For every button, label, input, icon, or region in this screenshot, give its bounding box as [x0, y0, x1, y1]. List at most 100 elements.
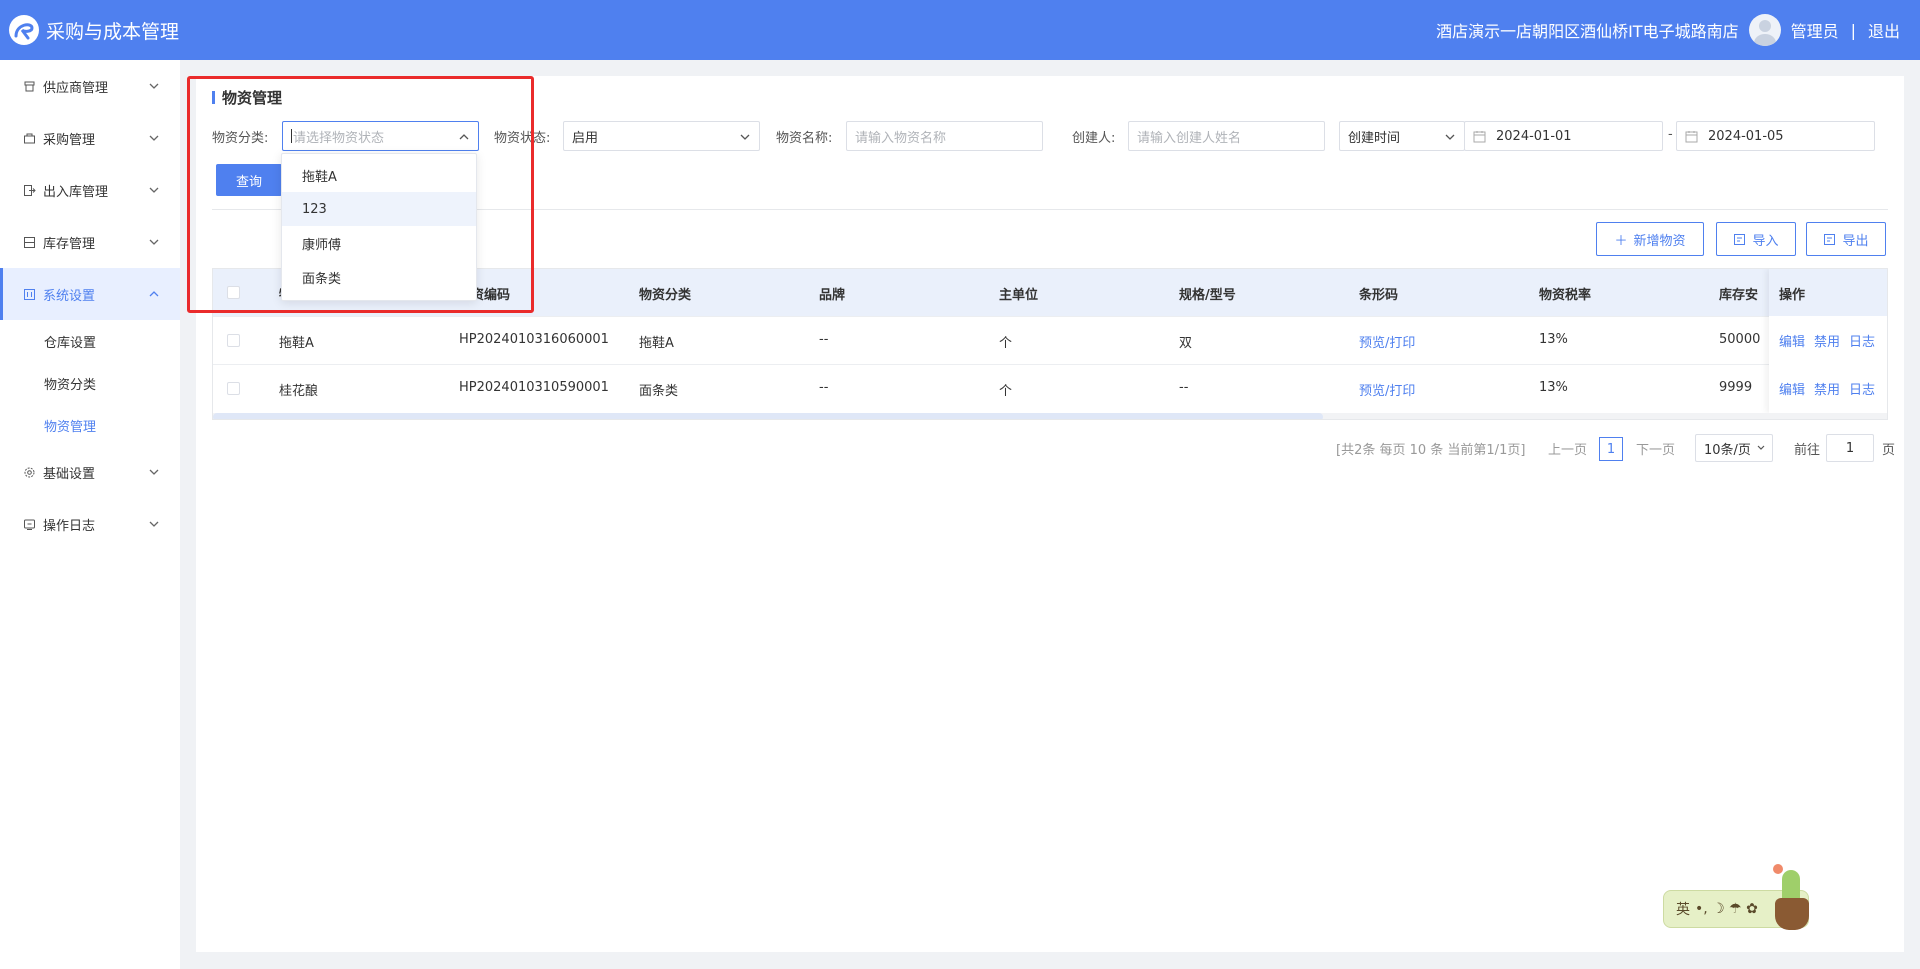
- creator-input[interactable]: 请输入创建人姓名: [1128, 121, 1325, 151]
- chevron-down-icon: [149, 521, 159, 527]
- logout-link[interactable]: 退出: [1868, 18, 1900, 42]
- header-right: 酒店演示一店朝阳区酒仙桥IT电子城路南店 管理员 | 退出: [1436, 0, 1900, 60]
- sidebar: 供应商管理 采购管理 出入库管理 库存管理 系统设置 仓库设置 物资分类 物资管…: [0, 60, 180, 969]
- page-size-select[interactable]: 10条/页: [1695, 434, 1773, 462]
- status-select[interactable]: 启用: [563, 121, 760, 151]
- table-row[interactable]: 拖鞋A HP2024010316060001 拖鞋A -- 个 双 预览/打印 …: [213, 316, 1887, 364]
- chevron-down-icon: [1445, 134, 1455, 140]
- sidebar-item-label: 库存管理: [43, 236, 96, 252]
- chevron-down-icon: [1757, 445, 1765, 450]
- export-button[interactable]: 导出: [1806, 222, 1886, 256]
- edit-link[interactable]: 编辑: [1779, 331, 1805, 350]
- cell-stock: 50000: [1719, 332, 1761, 347]
- goto-page-input[interactable]: 1: [1826, 434, 1874, 462]
- sidebar-item-label: 供应商管理: [43, 80, 109, 96]
- sidebar-item-supplier[interactable]: 供应商管理: [0, 60, 180, 112]
- operations-column: 操作 编辑 禁用 日志 编辑 禁用 日志: [1769, 269, 1887, 413]
- barcode-preview-link[interactable]: 预览/打印: [1359, 332, 1415, 351]
- th-operations: 操作: [1779, 288, 1806, 303]
- name-input[interactable]: 请输入物资名称: [846, 121, 1043, 151]
- ime-symbols[interactable]: •, ☽ ☂ ✿: [1695, 901, 1758, 917]
- cell-tax: 13%: [1539, 332, 1568, 347]
- inout-icon: [22, 183, 36, 197]
- sidebar-item-inventory[interactable]: 库存管理: [0, 216, 180, 268]
- sidebar-item-label: 基础设置: [43, 466, 96, 482]
- sidebar-subitem-warehouse[interactable]: 仓库设置: [0, 320, 180, 362]
- disable-link[interactable]: 禁用: [1814, 379, 1840, 398]
- sidebar-item-system-settings[interactable]: 系统设置: [0, 268, 180, 320]
- prev-page-button[interactable]: 上一页: [1548, 439, 1587, 458]
- sidebar-item-label: 系统设置: [43, 288, 96, 304]
- user-name[interactable]: 管理员: [1791, 18, 1839, 42]
- supplier-icon: [22, 79, 36, 93]
- log-link[interactable]: 日志: [1849, 379, 1875, 398]
- edit-link[interactable]: 编辑: [1779, 379, 1805, 398]
- time-type-value: 创建时间: [1348, 130, 1401, 146]
- next-page-button[interactable]: 下一页: [1636, 439, 1675, 458]
- sidebar-subitem-material[interactable]: 物资管理: [0, 404, 180, 446]
- th-barcode: 条形码: [1359, 288, 1399, 303]
- page-size-value: 10条/页: [1704, 442, 1751, 458]
- sidebar-item-inout[interactable]: 出入库管理: [0, 164, 180, 216]
- sidebar-item-operation-log[interactable]: 操作日志: [0, 498, 180, 550]
- export-label: 导出: [1842, 233, 1869, 249]
- cell-spec: 双: [1179, 336, 1193, 351]
- add-material-label: 新增物资: [1633, 233, 1686, 249]
- plus-icon: ＋: [1614, 233, 1628, 249]
- ime-widget[interactable]: 英 •, ☽ ☂ ✿: [1663, 862, 1813, 932]
- cell-unit: 个: [999, 336, 1013, 351]
- disable-link[interactable]: 禁用: [1814, 331, 1840, 350]
- page-number-current[interactable]: 1: [1599, 437, 1623, 461]
- chevron-down-icon: [149, 135, 159, 141]
- log-link[interactable]: 日志: [1849, 331, 1875, 350]
- th-spec: 规格/型号: [1179, 288, 1236, 303]
- app-logo-icon: [9, 15, 39, 45]
- name-label: 物资名称:: [776, 131, 833, 146]
- chevron-down-icon: [149, 187, 159, 193]
- barcode-preview-link[interactable]: 预览/打印: [1359, 380, 1415, 399]
- import-icon: [1734, 233, 1746, 245]
- goto-prefix: 前往: [1794, 443, 1821, 458]
- sidebar-item-purchase[interactable]: 采购管理: [0, 112, 180, 164]
- pot-icon: [1775, 898, 1809, 930]
- ime-language[interactable]: 英: [1676, 899, 1690, 919]
- sidebar-subitem-category[interactable]: 物资分类: [0, 362, 180, 404]
- scrollbar-thumb[interactable]: [213, 413, 1323, 419]
- date-to-input[interactable]: 2024-01-05: [1676, 121, 1875, 151]
- th-tax: 物资税率: [1539, 288, 1592, 303]
- cell-code: HP2024010316060001: [459, 332, 609, 347]
- purchase-icon: [22, 131, 36, 145]
- cell-name: 桂花酿: [279, 384, 319, 399]
- chevron-down-icon: [149, 469, 159, 475]
- table-row[interactable]: 桂花酿 HP2024010310590001 面条类 -- 个 -- 预览/打印…: [213, 364, 1887, 412]
- chevron-down-icon: [149, 83, 159, 89]
- sidebar-item-label: 出入库管理: [43, 184, 109, 200]
- calendar-icon: [1685, 130, 1698, 142]
- sidebar-item-label: 采购管理: [43, 132, 96, 148]
- sidebar-item-label: 操作日志: [43, 518, 96, 534]
- chevron-down-icon: [149, 239, 159, 245]
- calendar-icon: [1473, 130, 1486, 142]
- header-separator: |: [1850, 20, 1856, 40]
- goto-suffix: 页: [1882, 443, 1896, 458]
- cell-category: 拖鞋A: [639, 336, 674, 351]
- horizontal-scrollbar[interactable]: [213, 413, 1887, 419]
- time-type-select[interactable]: 创建时间: [1339, 121, 1465, 151]
- name-placeholder: 请输入物资名称: [855, 130, 947, 146]
- row-checkbox[interactable]: [227, 334, 240, 347]
- th-unit: 主单位: [999, 288, 1039, 303]
- sidebar-item-basic-settings[interactable]: 基础设置: [0, 446, 180, 498]
- import-button[interactable]: 导入: [1716, 222, 1796, 256]
- creator-label: 创建人:: [1072, 131, 1116, 146]
- chevron-down-icon: [740, 134, 750, 140]
- date-from-input[interactable]: 2024-01-01: [1464, 121, 1663, 151]
- cell-tax: 13%: [1539, 380, 1568, 395]
- row-checkbox[interactable]: [227, 382, 240, 395]
- store-name[interactable]: 酒店演示一店朝阳区酒仙桥IT电子城路南店: [1436, 18, 1739, 42]
- cell-brand: --: [819, 332, 829, 347]
- date-from-value: 2024-01-01: [1496, 128, 1572, 144]
- avatar[interactable]: [1748, 14, 1781, 46]
- highlight-box: [187, 76, 534, 313]
- th-stock: 库存安: [1719, 288, 1759, 303]
- add-material-button[interactable]: ＋ 新增物资: [1596, 222, 1704, 256]
